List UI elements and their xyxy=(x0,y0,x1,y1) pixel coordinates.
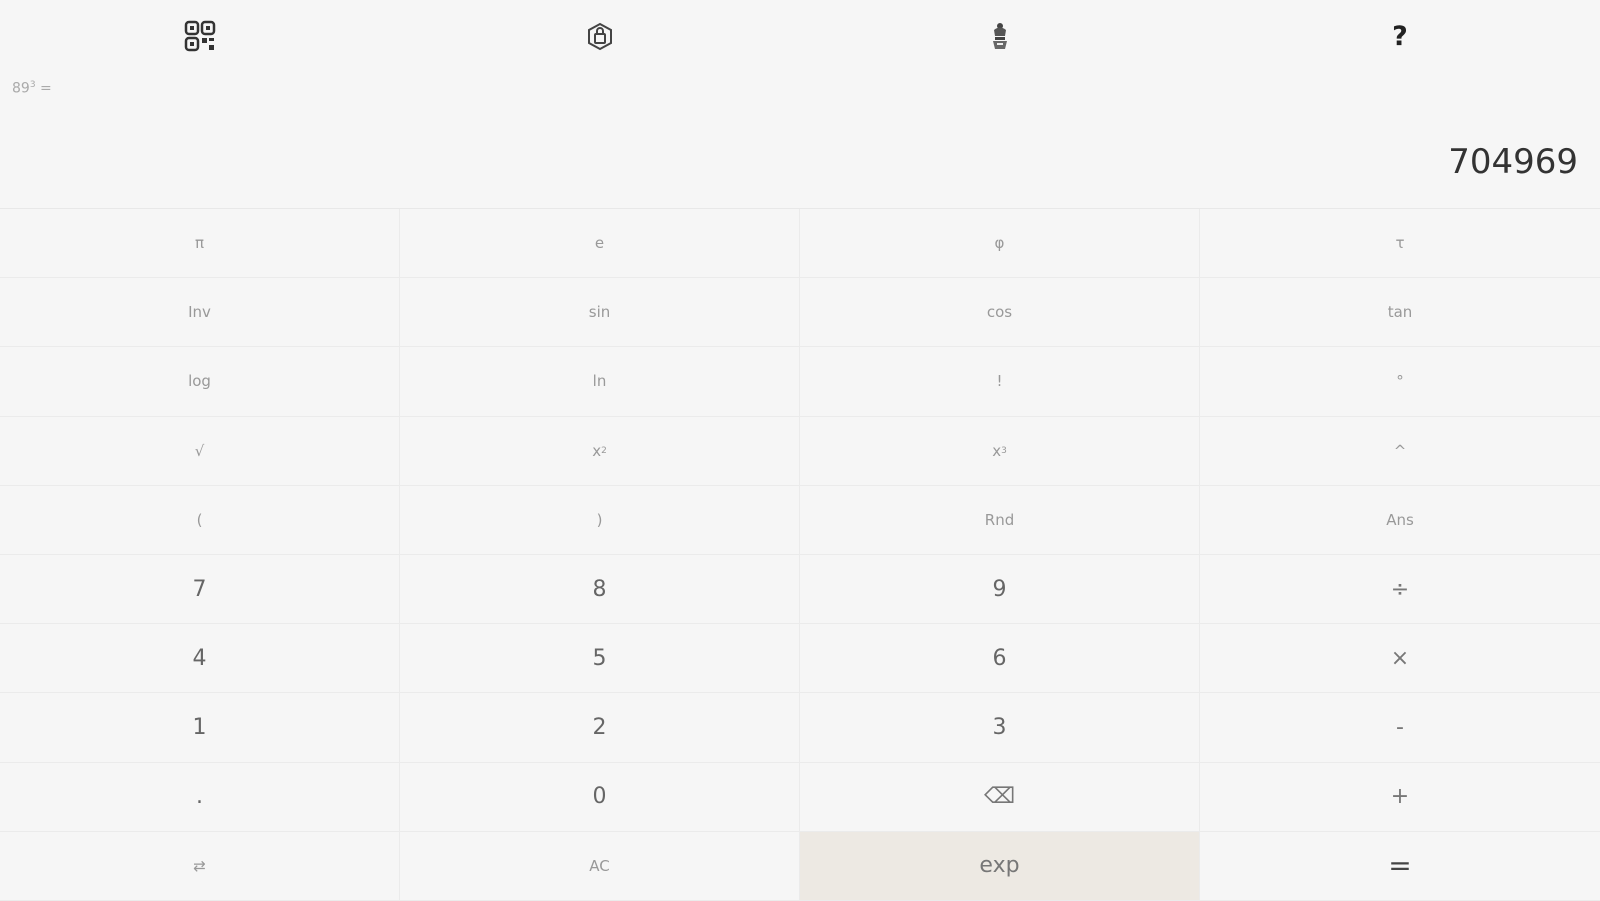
key-label: + xyxy=(1390,784,1410,810)
key-divide[interactable]: ÷ xyxy=(1200,554,1600,625)
key-label: 2 xyxy=(592,714,607,740)
key-label: x xyxy=(592,441,602,460)
key-factorial[interactable]: ! xyxy=(800,347,1200,417)
key-x-squared[interactable]: x2 xyxy=(400,416,800,486)
key-label: Rnd xyxy=(984,510,1015,529)
key-label: ) xyxy=(596,510,603,529)
key-label: ° xyxy=(1396,372,1404,391)
key-label: ⌫ xyxy=(983,784,1016,810)
key-label: x xyxy=(992,441,1002,460)
key-label: π xyxy=(194,234,205,253)
key-x-cubed[interactable]: x3 xyxy=(800,416,1200,486)
key-label: ln xyxy=(592,372,607,391)
key-3[interactable]: 3 xyxy=(800,693,1200,763)
key-label: - xyxy=(1396,714,1404,740)
key-label: 3 xyxy=(992,714,1007,740)
keypad: π e φ τ Inv sin cos tan log ln! ° √ x 2 x 3 ^() Rnd Ans 7 8 9… xyxy=(0,208,1600,901)
key-label: τ xyxy=(1395,234,1405,253)
key-all-clear[interactable]: AC xyxy=(400,831,800,901)
key-label: 9 xyxy=(992,576,1007,602)
result-display: 704969 xyxy=(1448,142,1578,182)
key-phi[interactable]: φ xyxy=(800,209,1200,279)
key-close-paren[interactable]: ) xyxy=(400,485,800,555)
key-5[interactable]: 5 xyxy=(400,624,800,694)
key-degree[interactable]: ° xyxy=(1200,347,1600,417)
key-tan[interactable]: tan xyxy=(1200,278,1600,348)
key-superscript: 3 xyxy=(1001,445,1007,456)
emblem-button[interactable] xyxy=(800,0,1200,72)
key-label: 5 xyxy=(592,645,607,671)
help-button[interactable]: ? xyxy=(1200,0,1600,72)
key-label: e xyxy=(594,234,605,253)
expression-base: 89 xyxy=(12,80,30,97)
key-label: 7 xyxy=(192,576,207,602)
expression-exponent: 3 xyxy=(29,80,36,90)
key-1[interactable]: 1 xyxy=(0,693,400,763)
cube-lock-icon xyxy=(588,22,612,51)
key-label: 8 xyxy=(592,576,607,602)
key-0[interactable]: 0 xyxy=(400,762,800,832)
key-power[interactable]: ^ xyxy=(1200,416,1600,486)
key-log[interactable]: log xyxy=(0,347,400,417)
key-label: 6 xyxy=(992,645,1007,671)
help-icon: ? xyxy=(1392,20,1408,52)
key-cos[interactable]: cos xyxy=(800,278,1200,348)
key-6[interactable]: 6 xyxy=(800,624,1200,694)
key-pi[interactable]: π xyxy=(0,209,400,279)
key-sqrt[interactable]: √ xyxy=(0,416,400,486)
key-ans[interactable]: Ans xyxy=(1200,485,1600,555)
key-superscript: 2 xyxy=(601,445,607,456)
key-label: AC xyxy=(589,856,610,875)
key-label: . xyxy=(196,784,203,810)
key-label: ⇄ xyxy=(193,856,206,875)
key-4[interactable]: 4 xyxy=(0,624,400,694)
key-tau[interactable]: τ xyxy=(1200,209,1600,279)
key-backspace[interactable]: ⌫ xyxy=(800,762,1200,832)
key-label: ^ xyxy=(1393,441,1407,460)
key-swap[interactable]: ⇄ xyxy=(0,831,400,901)
key-label: √ xyxy=(194,441,205,460)
key-label: exp xyxy=(979,853,1020,879)
key-label: ! xyxy=(996,372,1003,391)
expression-equals: = xyxy=(40,80,52,97)
emblem-icon xyxy=(993,23,1007,49)
calculator-app: ? 893 = 704969 π e φ τ Inv sin cos tan log ln! ° √ x… xyxy=(0,0,1600,901)
key-label: 0 xyxy=(592,784,607,810)
key-2[interactable]: 2 xyxy=(400,693,800,763)
key-ln[interactable]: ln xyxy=(400,347,800,417)
key-label: Inv xyxy=(188,303,211,322)
key-label: log xyxy=(188,372,211,391)
key-7[interactable]: 7 xyxy=(0,554,400,625)
key-label: = xyxy=(1388,849,1412,883)
key-label: tan xyxy=(1387,303,1413,322)
key-label: sin xyxy=(588,303,611,322)
key-8[interactable]: 8 xyxy=(400,554,800,625)
key-minus[interactable]: - xyxy=(1200,693,1600,763)
key-e[interactable]: e xyxy=(400,209,800,279)
key-label: cos xyxy=(986,303,1013,322)
key-label: ( xyxy=(196,510,203,529)
key-inv[interactable]: Inv xyxy=(0,278,400,348)
key-rnd[interactable]: Rnd xyxy=(800,485,1200,555)
key-9[interactable]: 9 xyxy=(800,554,1200,625)
key-label: × xyxy=(1390,645,1410,671)
key-equals[interactable]: = xyxy=(1200,831,1600,901)
key-label: φ xyxy=(994,234,1005,253)
cube-lock-button[interactable] xyxy=(400,0,800,72)
key-plus[interactable]: + xyxy=(1200,762,1600,832)
key-decimal[interactable]: . xyxy=(0,762,400,832)
qr-code-button[interactable] xyxy=(0,0,400,72)
key-label: 1 xyxy=(192,714,207,740)
key-sin[interactable]: sin xyxy=(400,278,800,348)
expression-display: 893 = xyxy=(12,80,52,97)
key-label: Ans xyxy=(1386,510,1414,529)
key-multiply[interactable]: × xyxy=(1200,624,1600,694)
key-exp[interactable]: exp xyxy=(800,831,1200,901)
toolbar: ? xyxy=(0,0,1600,72)
qr-code-icon xyxy=(184,20,216,52)
key-label: 4 xyxy=(192,645,207,671)
key-open-paren[interactable]: ( xyxy=(0,485,400,555)
key-label: ÷ xyxy=(1390,576,1410,602)
